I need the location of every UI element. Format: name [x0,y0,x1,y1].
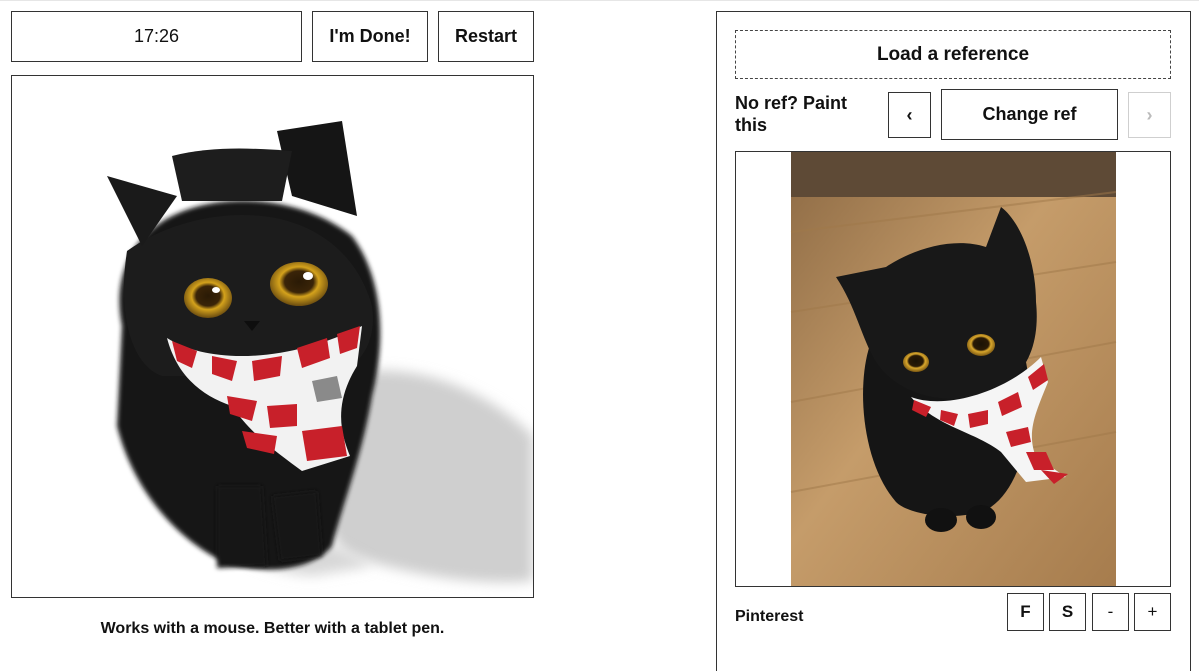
zoom-out-button[interactable]: - [1092,593,1129,631]
done-button[interactable]: I'm Done! [312,11,428,62]
timer-display: 17:26 [11,11,302,62]
restart-button[interactable]: Restart [438,11,534,62]
change-ref-button[interactable]: Change ref [941,89,1118,140]
load-reference-button[interactable]: Load a reference [735,30,1171,79]
flip-button[interactable]: F [1007,593,1044,631]
no-ref-label: No ref? Paint this [735,93,848,135]
chevron-right-icon: › [1146,104,1153,125]
top-divider [0,0,1199,1]
next-ref-button[interactable]: › [1128,92,1171,138]
chevron-left-icon: ‹ [906,104,913,125]
canvas-hint: Works with a mouse. Better with a tablet… [100,620,445,637]
reference-credit: Pinterest [735,608,804,625]
painting-artwork [12,76,533,597]
s-button[interactable]: S [1049,593,1086,631]
prev-ref-button[interactable]: ‹ [888,92,931,138]
zoom-in-button[interactable]: + [1134,593,1171,631]
reference-image [736,152,1170,586]
painting-canvas[interactable] [11,75,534,598]
reference-image-frame [735,151,1171,587]
